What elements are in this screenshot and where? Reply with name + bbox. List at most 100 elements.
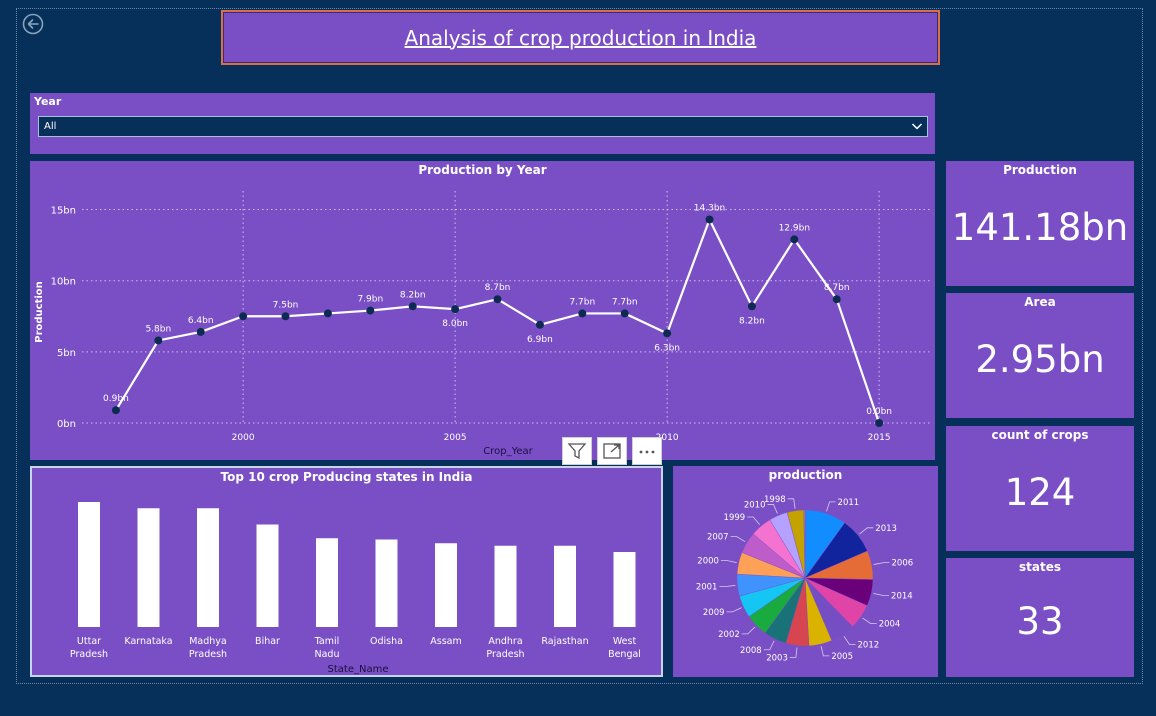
data-point bbox=[111, 406, 120, 415]
leader-line bbox=[859, 527, 874, 535]
data-label: 8.0bn bbox=[442, 319, 468, 329]
data-label: 0.9bn bbox=[103, 394, 129, 404]
leader-line bbox=[826, 501, 836, 512]
slice-label: 2014 bbox=[891, 592, 913, 602]
y-tick-label: 5bn bbox=[57, 348, 76, 359]
data-label: 7.9bn bbox=[357, 295, 383, 305]
data-label: 6.4bn bbox=[188, 316, 214, 326]
line-chart-visual[interactable]: Production by Year 0bn 5bn 10bn 15bn 2000 200… bbox=[30, 161, 935, 460]
data-label: 8.2bn bbox=[739, 316, 765, 326]
card-label: Area bbox=[1024, 295, 1056, 309]
leader-line bbox=[873, 592, 890, 596]
bar bbox=[613, 552, 636, 627]
slice-label: 2009 bbox=[703, 608, 725, 618]
data-point bbox=[493, 295, 502, 304]
dropdown-value: All bbox=[44, 121, 57, 132]
bar bbox=[375, 539, 398, 627]
x-axis-title: State_Name bbox=[328, 664, 389, 675]
data-point bbox=[366, 306, 375, 315]
slice-label: 2006 bbox=[892, 559, 914, 569]
data-point bbox=[323, 309, 332, 318]
report-title[interactable]: Analysis of crop production in India bbox=[405, 26, 757, 50]
slicer-label: Year bbox=[34, 95, 62, 108]
data-point bbox=[196, 327, 205, 336]
data-point bbox=[620, 309, 629, 318]
card-label: states bbox=[1019, 560, 1061, 574]
data-point bbox=[663, 329, 672, 338]
card-value: 141.18bn bbox=[951, 206, 1129, 249]
bar bbox=[197, 508, 219, 627]
leader-line bbox=[873, 562, 890, 565]
bar bbox=[137, 508, 160, 627]
data-point bbox=[790, 235, 799, 244]
x-axis-title: Crop_Year bbox=[483, 446, 533, 457]
data-label: 6.9bn bbox=[527, 335, 553, 345]
slice-label: 2011 bbox=[838, 498, 860, 508]
slice-label: 2010 bbox=[744, 500, 766, 510]
filter-button[interactable] bbox=[562, 437, 592, 465]
leader-line bbox=[747, 516, 760, 525]
year-dropdown[interactable]: All bbox=[38, 116, 928, 137]
slice-label: 2001 bbox=[696, 583, 718, 593]
bar-chart-visual[interactable]: Top 10 crop Producing states in India Ut… bbox=[30, 466, 663, 677]
slice-label: 2002 bbox=[718, 630, 740, 640]
leader-line bbox=[843, 635, 856, 645]
bar bbox=[78, 502, 100, 627]
data-point bbox=[154, 336, 163, 345]
card-count-of-crops[interactable]: count of crops 124 bbox=[946, 426, 1134, 551]
leader-line bbox=[820, 646, 830, 657]
focus-mode-button[interactable] bbox=[597, 437, 627, 465]
x-tick-label: 2000 bbox=[232, 433, 255, 443]
pie-chart: 2011 2013 2006 2014 2004 2012 2005 2003 20082002… bbox=[696, 495, 914, 664]
slice-label: 2004 bbox=[879, 620, 901, 630]
data-label: 14.3bn bbox=[694, 204, 725, 214]
slice-label: 2000 bbox=[697, 556, 719, 566]
data-point bbox=[451, 305, 460, 314]
data-point bbox=[408, 302, 417, 311]
slice-label: 2005 bbox=[831, 652, 853, 662]
bar bbox=[554, 545, 576, 627]
category-label: Rajasthan bbox=[541, 636, 588, 647]
bar bbox=[435, 543, 457, 627]
card-label: count of crops bbox=[991, 428, 1089, 442]
card-states[interactable]: states 33 bbox=[946, 558, 1134, 677]
y-tick-label: 0bn bbox=[57, 419, 76, 430]
more-options-button[interactable] bbox=[632, 437, 662, 465]
data-point bbox=[281, 312, 290, 321]
data-label: 7.7bn bbox=[569, 297, 595, 307]
category-label: Andhra Pradesh bbox=[486, 636, 524, 660]
leader-line bbox=[726, 607, 742, 613]
year-slicer: Year All bbox=[30, 93, 935, 154]
data-point bbox=[705, 215, 714, 224]
category-label: Bihar bbox=[255, 636, 280, 647]
data-point bbox=[535, 320, 544, 329]
slice-label: 2012 bbox=[858, 640, 880, 650]
card-production[interactable]: Production 141.18bn bbox=[946, 161, 1134, 286]
focus-mode-icon bbox=[603, 443, 621, 459]
data-label: 5.8bn bbox=[145, 324, 171, 334]
data-label: 8.7bn bbox=[485, 283, 511, 293]
pie-chart-visual[interactable]: production 2011 2013 2006 2014 2004 2012 2005 2… bbox=[673, 466, 938, 677]
category-label: Madhya Pradesh bbox=[189, 636, 227, 660]
category-label: Uttar Pradesh bbox=[70, 636, 108, 660]
x-tick-label: 2005 bbox=[444, 433, 467, 443]
more-options-icon bbox=[639, 450, 655, 454]
leader-line bbox=[787, 498, 796, 509]
data-label: 7.5bn bbox=[273, 300, 299, 310]
report-title-box: Analysis of crop production in India bbox=[221, 10, 940, 65]
back-arrow-icon[interactable] bbox=[22, 13, 44, 35]
category-label: Assam bbox=[430, 636, 461, 647]
card-value: 33 bbox=[1016, 600, 1064, 643]
data-point bbox=[747, 302, 756, 311]
slice-label: 2008 bbox=[740, 646, 762, 656]
x-tick-label: 2015 bbox=[868, 433, 891, 443]
category-label: Karnataka bbox=[124, 636, 172, 647]
slice-label: 2013 bbox=[875, 524, 897, 534]
data-label: 12.9bn bbox=[779, 223, 810, 233]
data-label: 6.3bn bbox=[654, 343, 680, 353]
chevron-down-icon[interactable] bbox=[911, 120, 923, 132]
data-point bbox=[832, 295, 841, 304]
slice-label: 1998 bbox=[764, 495, 786, 505]
card-area[interactable]: Area 2.95bn bbox=[946, 293, 1134, 418]
y-axis-title: Production bbox=[34, 281, 45, 343]
